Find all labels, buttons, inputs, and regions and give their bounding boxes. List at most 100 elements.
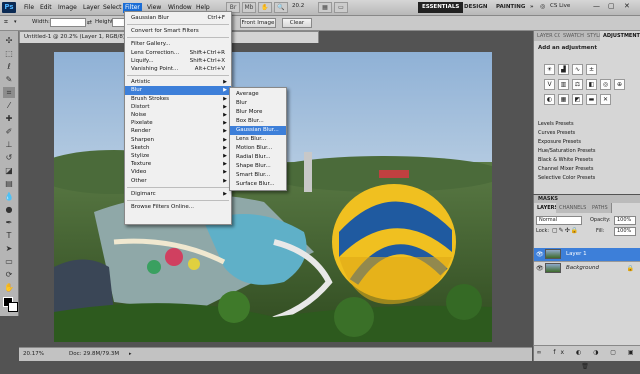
black-white-presets[interactable]: Black & White Presets <box>538 156 634 164</box>
vibrance-icon[interactable]: V <box>544 79 555 90</box>
close-icon[interactable]: ✕ <box>624 2 630 10</box>
layers-footer-icons[interactable]: ∞ fx ◐ ◑ ▢ ▣ 🗑 <box>533 345 640 370</box>
path-selection-tool-icon[interactable]: ➤ <box>3 243 15 254</box>
fill-field[interactable]: 100% <box>614 227 636 236</box>
filter-menu-item[interactable]: Convert for Smart Filters <box>125 27 231 36</box>
workspace-essentials[interactable]: ESSENTIALS <box>418 2 464 13</box>
tab-adjustments[interactable]: ADJUSTMENTS <box>600 31 640 41</box>
layer-row-layer1[interactable]: 👁 Layer 1 <box>534 248 640 262</box>
workspace-painting[interactable]: PAINTING <box>492 2 529 13</box>
invert-icon[interactable]: ◐ <box>544 94 555 105</box>
lasso-tool-icon[interactable]: ℓ <box>3 61 15 72</box>
gradient-tool-icon[interactable]: ▤ <box>3 178 15 189</box>
channel-mixer-presets[interactable]: Channel Mixer Presets <box>538 165 634 173</box>
type-tool-icon[interactable]: T <box>3 230 15 241</box>
exposure-icon[interactable]: ± <box>586 64 597 75</box>
blur-menu-item[interactable]: Lens Blur... <box>230 135 286 144</box>
menu-select[interactable]: Select <box>101 3 124 13</box>
zoom-level[interactable]: 20.2 <box>292 3 304 9</box>
blur-menu-item[interactable]: Motion Blur... <box>230 144 286 153</box>
tab-paths[interactable]: PATHS <box>589 203 612 213</box>
width-field[interactable] <box>50 18 86 27</box>
curves-icon[interactable]: ∿ <box>572 64 583 75</box>
arrange-icon[interactable]: ▦ <box>318 2 332 13</box>
menu-edit[interactable]: Edit <box>38 3 54 13</box>
tool-preset-arrow-icon[interactable]: ▾ <box>14 19 17 25</box>
zoom-icon[interactable]: 🔍 <box>274 2 288 13</box>
eyedropper-tool-icon[interactable]: ⁄ <box>3 100 15 111</box>
background-color-swatch[interactable] <box>8 302 18 312</box>
layer-name[interactable]: Layer 1 <box>566 248 587 261</box>
hue-saturation-presets[interactable]: Hue/Saturation Presets <box>538 147 634 155</box>
doc-size[interactable]: Doc: 29.8M/79.3M <box>69 348 119 360</box>
clear-button[interactable]: Clear <box>282 18 312 28</box>
zoom-readout[interactable]: 20.17% <box>23 348 44 360</box>
shape-tool-icon[interactable]: ▭ <box>3 256 15 267</box>
blur-menu-item[interactable]: Gaussian Blur... <box>230 126 286 135</box>
selective-color-icon[interactable]: ✕ <box>600 94 611 105</box>
blur-menu-item[interactable]: Blur <box>230 99 286 108</box>
status-arrow-icon[interactable]: ▸ <box>129 348 132 360</box>
filter-menu-item[interactable]: Other ▶ <box>125 177 231 186</box>
photo-filter-icon[interactable]: ◎ <box>600 79 611 90</box>
history-brush-tool-icon[interactable]: ↺ <box>3 152 15 163</box>
workspace-design[interactable]: DESIGN <box>460 2 491 13</box>
posterize-icon[interactable]: ▦ <box>558 94 569 105</box>
blur-tool-icon[interactable]: 💧 <box>3 191 15 202</box>
black-white-icon[interactable]: ◧ <box>586 79 597 90</box>
blur-menu-item[interactable]: Blur More <box>230 108 286 117</box>
minimize-icon[interactable]: — <box>593 2 600 10</box>
healing-brush-tool-icon[interactable]: ✚ <box>3 113 15 124</box>
crop-tool-icon[interactable]: ⌗ <box>3 87 15 98</box>
pen-tool-icon[interactable]: ✒ <box>3 217 15 228</box>
menu-file[interactable]: File <box>22 3 36 13</box>
color-balance-icon[interactable]: ⚖ <box>572 79 583 90</box>
cs-live[interactable]: CS Live <box>550 3 570 9</box>
lock-icons[interactable]: ▢✎✣🔒 <box>552 227 579 234</box>
screen-mode-icon[interactable]: ▭ <box>334 2 348 13</box>
dodge-tool-icon[interactable]: ● <box>3 204 15 215</box>
hand-tool-icon[interactable]: ✋ <box>3 282 15 293</box>
eye-icon[interactable]: 👁 <box>536 262 544 275</box>
blur-menu-item[interactable]: Surface Blur... <box>230 180 286 189</box>
menu-image[interactable]: Image <box>56 3 79 13</box>
workspace-more[interactable]: » <box>526 2 538 13</box>
blur-menu-item[interactable]: Box Blur... <box>230 117 286 126</box>
filter-menu-item[interactable]: Digimarc ▶ <box>125 190 231 199</box>
exposure-presets[interactable]: Exposure Presets <box>538 138 634 146</box>
blur-menu-item[interactable]: Shape Blur... <box>230 162 286 171</box>
blur-menu-item[interactable]: Smart Blur... <box>230 171 286 180</box>
layer-row-background[interactable]: 👁 Background 🔒 <box>534 262 640 276</box>
threshold-icon[interactable]: ◩ <box>572 94 583 105</box>
selective-color-presets[interactable]: Selective Color Presets <box>538 174 634 182</box>
front-image-button[interactable]: Front Image <box>240 18 276 28</box>
brush-tool-icon[interactable]: ✐ <box>3 126 15 137</box>
filter-menu-item[interactable]: Browse Filters Online... <box>125 203 231 212</box>
tab-masks[interactable]: MASKS <box>538 195 558 203</box>
menu-layer[interactable]: Layer <box>81 3 102 13</box>
opacity-field[interactable]: 100% <box>614 216 636 225</box>
3d-rotate-tool-icon[interactable]: ⟳ <box>3 269 15 280</box>
blur-menu-item[interactable]: Average <box>230 90 286 99</box>
clone-stamp-tool-icon[interactable]: ⊥ <box>3 139 15 150</box>
eraser-tool-icon[interactable]: ◪ <box>3 165 15 176</box>
swap-icon[interactable]: ⇄ <box>87 19 92 26</box>
move-tool-icon[interactable]: ✣ <box>3 35 15 46</box>
quick-select-tool-icon[interactable]: ✎ <box>3 74 15 85</box>
hue-saturation-icon[interactable]: ▥ <box>558 79 569 90</box>
eye-icon[interactable]: 👁 <box>536 248 544 261</box>
blur-menu-item[interactable]: Radial Blur... <box>230 153 286 162</box>
gradient-map-icon[interactable]: ▬ <box>586 94 597 105</box>
levels-presets[interactable]: Levels Presets <box>538 120 634 128</box>
minibridge-icon[interactable]: Mb <box>242 2 256 13</box>
filter-menu-item[interactable]: Gaussian Blur Ctrl+F <box>125 14 231 23</box>
brightness-contrast-icon[interactable]: ☀ <box>544 64 555 75</box>
blend-mode-select[interactable]: Normal <box>536 216 582 225</box>
crop-tool-icon[interactable]: ⌗ <box>4 18 8 27</box>
tab-channels[interactable]: CHANNELS <box>556 203 591 213</box>
layer-name[interactable]: Background <box>566 262 599 275</box>
hand-icon[interactable]: ✋ <box>258 2 272 13</box>
marquee-tool-icon[interactable]: ⬚ <box>3 48 15 59</box>
channel-mixer-icon[interactable]: ⊕ <box>614 79 625 90</box>
levels-icon[interactable]: ▟ <box>558 64 569 75</box>
